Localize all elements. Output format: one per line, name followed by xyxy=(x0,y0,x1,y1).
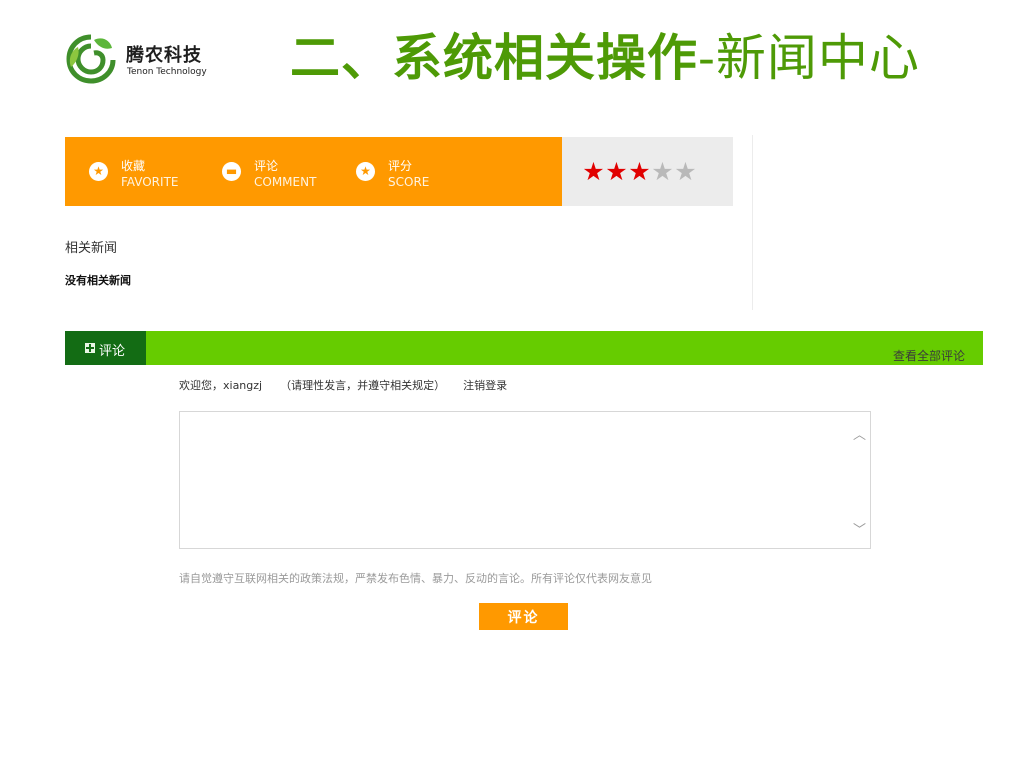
rating-star-2[interactable]: ★ xyxy=(605,157,628,186)
comment-tab[interactable]: 评论 xyxy=(65,331,146,365)
vertical-divider xyxy=(752,135,753,310)
rating-star-5[interactable]: ★ xyxy=(674,157,697,186)
star-circle-icon: ★ xyxy=(89,162,108,181)
comment-policy-notice: 请自觉遵守互联网相关的政策法规，严禁发布色情、暴力、反动的言论。所有评论仅代表网… xyxy=(179,572,652,585)
scroll-up-icon[interactable]: ︿ xyxy=(853,424,866,443)
rating-star-1[interactable]: ★ xyxy=(582,157,605,186)
view-all-comments-link[interactable]: 查看全部评论 xyxy=(893,347,965,364)
rating-star-3[interactable]: ★ xyxy=(628,157,651,186)
comment-label-cn: 评论 xyxy=(254,159,279,173)
comment-label-en: COMMENT xyxy=(254,175,317,189)
welcome-user-text: 欢迎您，xiangzj xyxy=(179,379,263,392)
related-news-empty: 没有相关新闻 xyxy=(65,274,131,287)
score-label-en: SCORE xyxy=(388,175,430,189)
comment-section-bar: 评论 查看全部评论 xyxy=(65,331,983,365)
slide-title-suffix: -新闻中心 xyxy=(698,29,920,87)
comment-button[interactable]: ▬ 评论 COMMENT xyxy=(222,137,342,206)
plus-box-icon xyxy=(85,343,95,353)
logo-chinese-name: 腾农科技 xyxy=(126,45,202,66)
welcome-line: 欢迎您，xiangzj （请理性发言，并遵守相关规定） 注销登录 xyxy=(179,377,507,393)
logo-english-name: Tenon Technology xyxy=(127,67,207,77)
logout-link[interactable]: 注销登录 xyxy=(463,379,507,392)
slide-title: 二、系统相关操作-新闻中心 xyxy=(290,22,920,94)
related-news-heading: 相关新闻 xyxy=(65,241,118,256)
rating-box: ★★★★★ xyxy=(562,137,733,206)
star-circle-icon: ★ xyxy=(356,162,375,181)
favorite-label-en: FAVORITE xyxy=(121,175,179,189)
scroll-down-icon[interactable]: ﹀ xyxy=(853,519,866,538)
comment-textarea-wrapper: ︿ ﹀ xyxy=(179,411,871,549)
comment-tab-label: 评论 xyxy=(99,344,126,359)
rating-star-4[interactable]: ★ xyxy=(651,157,674,186)
company-logo: 腾农科技 Tenon Technology xyxy=(66,32,226,90)
score-button[interactable]: ★ 评分 SCORE xyxy=(356,137,476,206)
favorite-button[interactable]: ★ 收藏 FAVORITE xyxy=(89,137,209,206)
score-label-cn: 评分 xyxy=(388,159,413,173)
speech-bubble-icon: ▬ xyxy=(222,162,241,181)
leaf-swirl-logo-icon xyxy=(66,34,116,84)
comment-textarea[interactable] xyxy=(184,416,844,542)
submit-comment-button[interactable]: 评论 xyxy=(479,603,568,630)
slide-title-main: 二、系统相关操作 xyxy=(290,28,698,87)
rating-stars[interactable]: ★★★★★ xyxy=(582,157,697,186)
news-action-bar: ★ 收藏 FAVORITE ▬ 评论 COMMENT ★ 评分 SCORE xyxy=(65,137,562,206)
favorite-label-cn: 收藏 xyxy=(121,159,146,173)
comment-rule-hint: （请理性发言，并遵守相关规定） xyxy=(280,379,446,392)
